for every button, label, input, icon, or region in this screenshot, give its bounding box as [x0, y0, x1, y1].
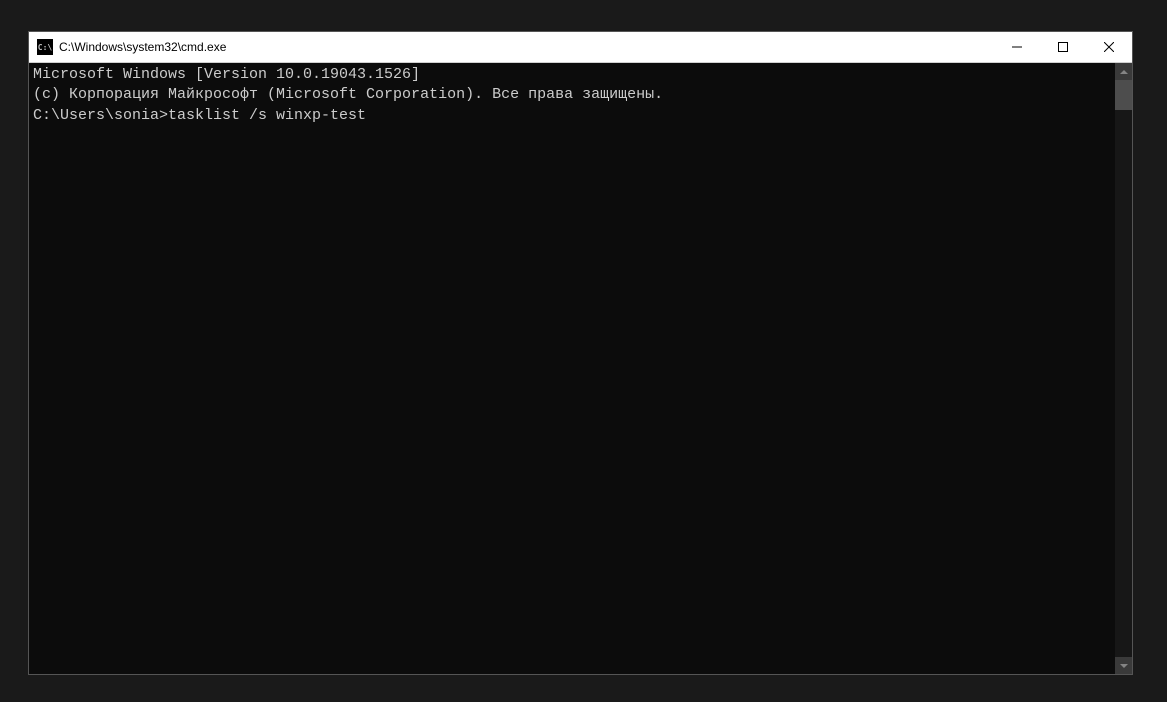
console-line: Microsoft Windows [Version 10.0.19043.15…	[33, 65, 1111, 85]
window-title: C:\Windows\system32\cmd.exe	[59, 40, 994, 54]
close-button[interactable]	[1086, 32, 1132, 62]
chevron-down-icon	[1120, 662, 1128, 670]
vertical-scrollbar[interactable]	[1115, 63, 1132, 674]
scroll-thumb[interactable]	[1115, 80, 1132, 110]
console-output[interactable]: Microsoft Windows [Version 10.0.19043.15…	[29, 63, 1115, 674]
window-controls	[994, 32, 1132, 62]
console-line: C:\Users\sonia>tasklist /s winxp-test	[33, 106, 1111, 126]
console-line: (c) Корпорация Майкрософт (Microsoft Cor…	[33, 85, 1111, 105]
chevron-up-icon	[1120, 68, 1128, 76]
console-area: Microsoft Windows [Version 10.0.19043.15…	[29, 63, 1132, 674]
scroll-track[interactable]	[1115, 80, 1132, 657]
minimize-icon	[1012, 42, 1022, 52]
cmd-icon-label: C:\	[38, 43, 52, 52]
close-icon	[1104, 42, 1114, 52]
maximize-icon	[1058, 42, 1068, 52]
maximize-button[interactable]	[1040, 32, 1086, 62]
scroll-down-button[interactable]	[1115, 657, 1132, 674]
scroll-up-button[interactable]	[1115, 63, 1132, 80]
minimize-button[interactable]	[994, 32, 1040, 62]
titlebar[interactable]: C:\ C:\Windows\system32\cmd.exe	[29, 32, 1132, 63]
cmd-icon: C:\	[37, 39, 53, 55]
cmd-window: C:\ C:\Windows\system32\cmd.exe	[28, 31, 1133, 675]
